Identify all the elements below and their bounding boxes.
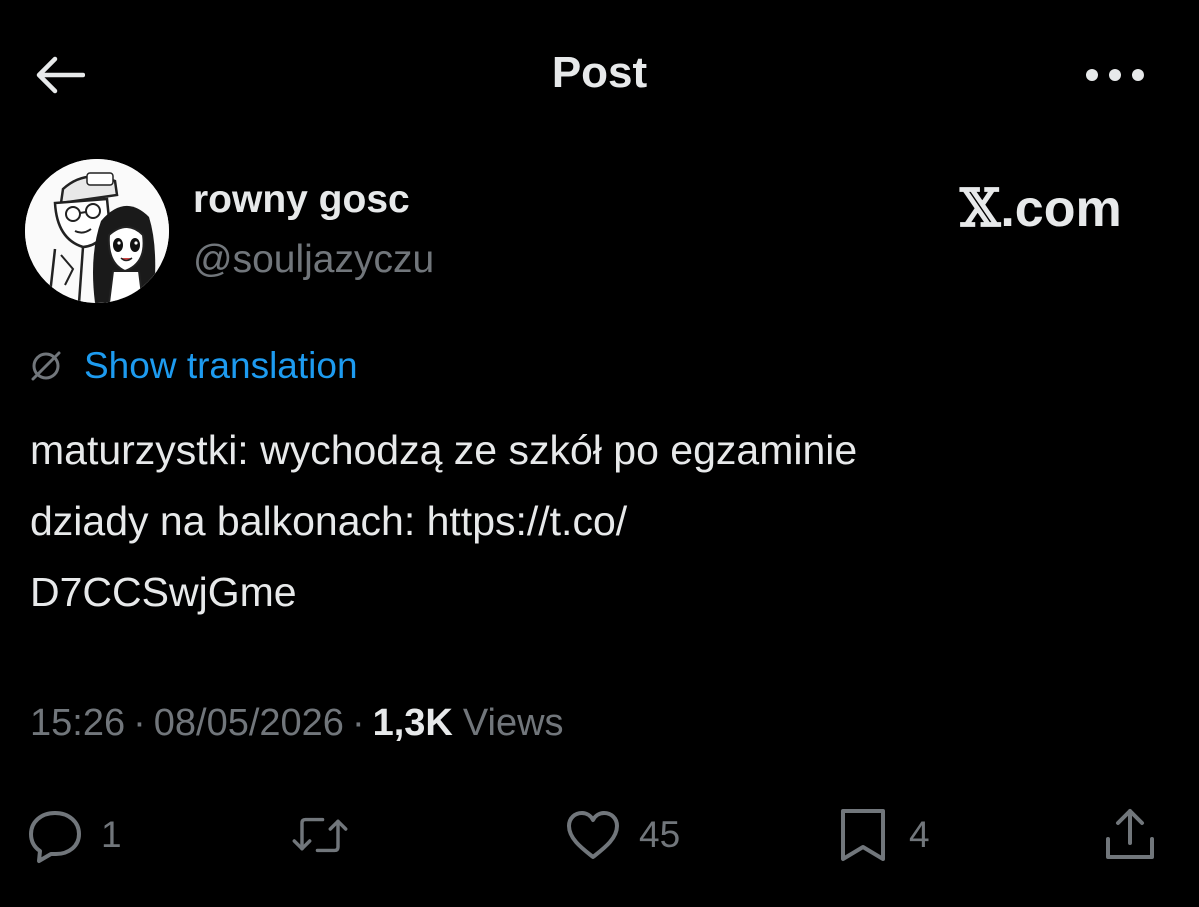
avatar-illustration — [25, 159, 169, 303]
bookmark-count: 4 — [909, 814, 930, 855]
share-icon — [1106, 809, 1154, 859]
tweet-time[interactable]: 15:26 — [30, 702, 125, 745]
views-count: 1,3K — [372, 702, 453, 744]
more-horizontal-icon — [1086, 69, 1144, 81]
author-display-name[interactable]: rowny gosc — [193, 178, 410, 222]
heart-icon — [567, 811, 619, 859]
tweet-text-line: D7CCSwjGme — [30, 569, 297, 615]
page-title: Post — [551, 48, 648, 97]
bookmark-button[interactable]: 4 — [833, 800, 930, 870]
more-options-button[interactable] — [1080, 55, 1150, 95]
tweet-text-line: maturzystki: wychodzą ze szkół po egzami… — [30, 427, 858, 473]
x-com-watermark: 𝕏.com — [960, 178, 1160, 239]
show-translation-link[interactable]: Show translation — [84, 345, 358, 387]
x-logo: 𝕏 — [960, 178, 1001, 239]
globe-icon — [31, 351, 61, 381]
repost-icon — [292, 817, 348, 853]
author-handle[interactable]: @souljazyczu — [193, 238, 434, 282]
meta-separator: · — [133, 702, 146, 744]
tweet-meta: 15:26 · 08/05/2026 · 1,3K Views — [30, 702, 564, 745]
views-label[interactable]: Views — [463, 702, 564, 745]
repost-button[interactable] — [290, 800, 350, 870]
like-button[interactable]: 45 — [563, 800, 680, 870]
avatar[interactable] — [25, 159, 169, 303]
reply-icon — [29, 811, 81, 863]
meta-separator: · — [351, 702, 365, 744]
reply-count: 1 — [101, 814, 122, 855]
share-button[interactable] — [1100, 800, 1160, 870]
action-bar: 1 45 4 — [0, 790, 1199, 880]
bookmark-icon — [841, 809, 885, 861]
reply-button[interactable]: 1 — [25, 800, 122, 870]
watermark-domain: .com — [1000, 180, 1122, 238]
tweet-date[interactable]: 08/05/2026 — [154, 702, 344, 745]
top-bar: Post — [0, 0, 1199, 150]
translation-row: Show translation — [28, 342, 358, 390]
tweet-text-line: dziady na balkonach: https://t.co/ — [30, 498, 628, 544]
like-count: 45 — [639, 814, 681, 855]
tweet-text: maturzystki: wychodzą ze szkół po egzami… — [30, 415, 1170, 628]
